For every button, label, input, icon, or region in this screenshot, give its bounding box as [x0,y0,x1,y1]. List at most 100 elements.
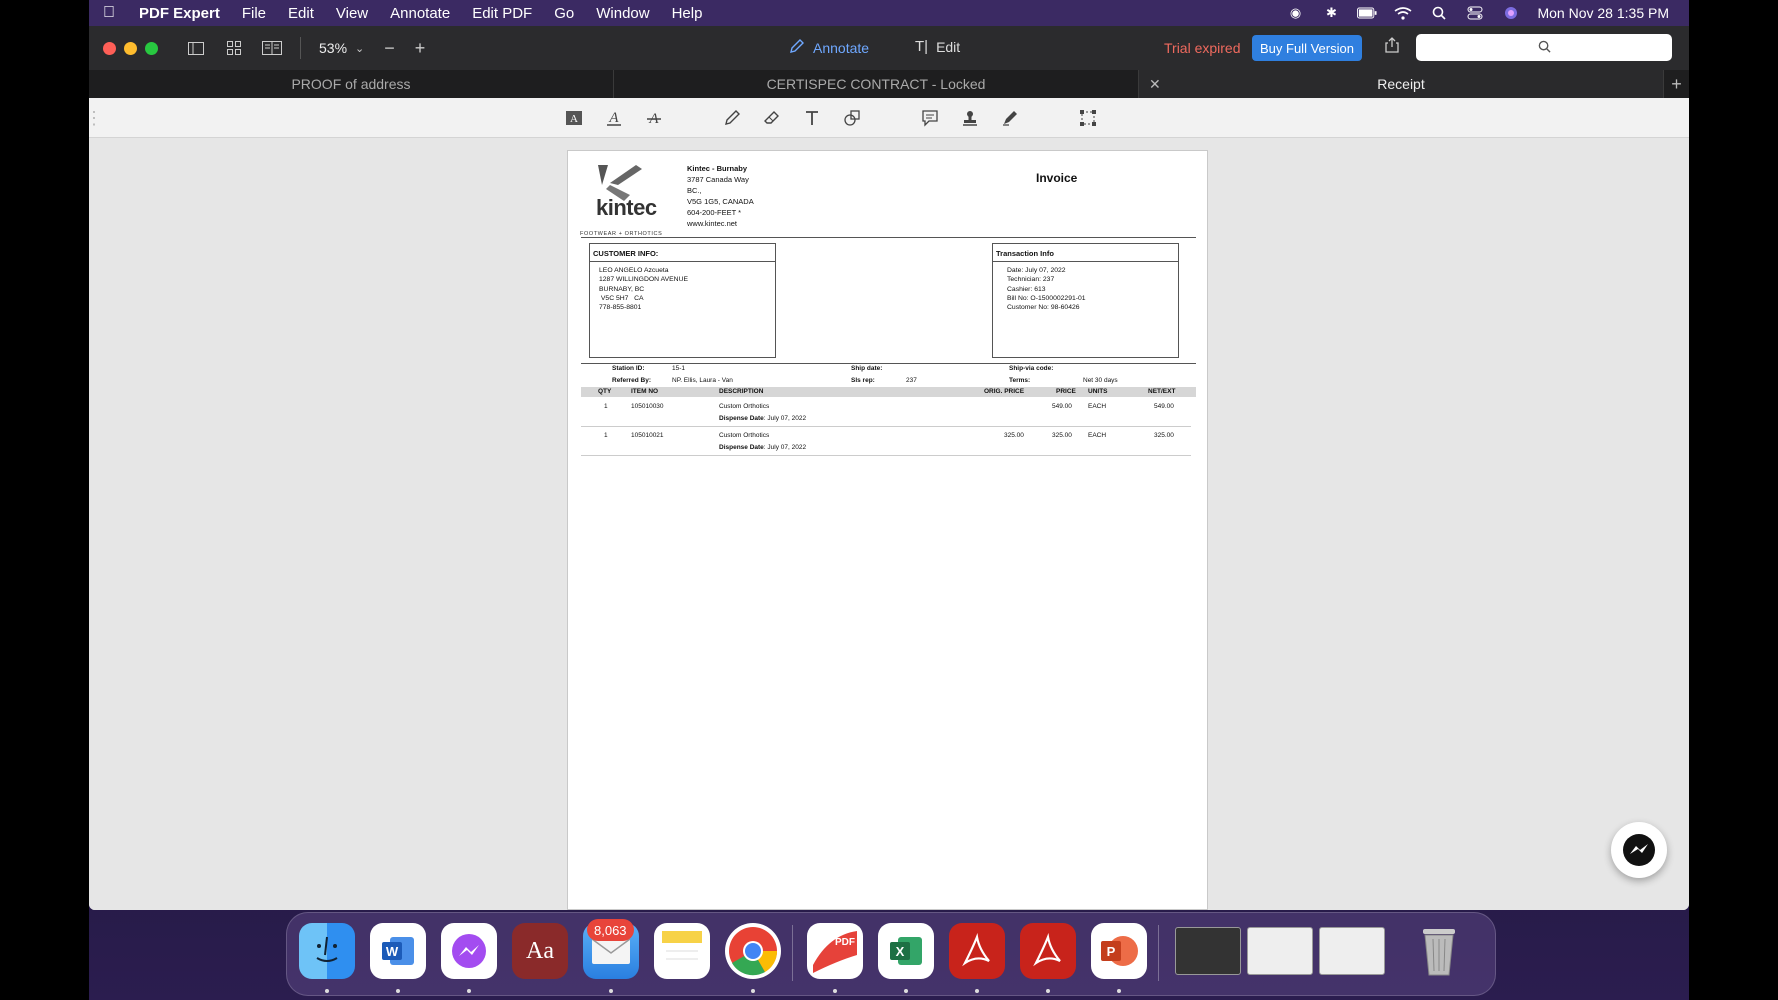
spotlight-search-icon[interactable] [1429,6,1449,20]
minimized-window-chrome[interactable] [1247,927,1313,975]
bluetooth-icon[interactable]: ✱ [1321,5,1341,20]
svg-text:W: W [386,944,399,959]
menu-help[interactable]: Help [672,5,703,22]
sidebar-toggle-icon[interactable] [184,38,208,58]
apple-icon[interactable]:  [103,4,131,22]
underline-text-icon[interactable]: A [602,106,626,130]
microsoft-excel-icon[interactable]: X [878,923,934,979]
zoom-in-button[interactable]: + [415,38,426,59]
svg-text:X: X [896,944,905,959]
chrome-icon[interactable] [725,923,781,979]
zoom-window-button[interactable] [145,41,158,55]
minimized-window-pdf[interactable] [1175,927,1241,975]
signature-icon[interactable] [998,106,1022,130]
siri-icon[interactable] [1501,6,1521,20]
microsoft-word-icon[interactable]: W [370,923,426,979]
menu-window[interactable]: Window [596,5,649,22]
grid-view-icon[interactable] [222,38,246,58]
shapes-icon[interactable] [840,106,864,130]
invoice-title: Invoice [1036,171,1078,185]
messenger-app-icon[interactable] [441,923,497,979]
reading-view-icon[interactable] [260,38,284,58]
notes-icon[interactable] [654,923,710,979]
search-icon [1538,40,1551,56]
pdf-badge-label: PDF [835,937,855,948]
annotation-toolbar: ⋮ A A A [89,98,1689,138]
customer-line: LEO ANGELO Azcueta [599,267,669,274]
col-item-no: ITEM NO [631,388,659,395]
pdf-expert-icon[interactable]: PDF [807,923,863,979]
ship-via-label: Ship-via code: [1009,365,1054,372]
menu-app-name[interactable]: PDF Expert [139,5,220,22]
zoom-out-button[interactable]: − [384,38,395,59]
edit-mode-button[interactable]: T| Edit [915,38,960,55]
tab-proof-of-address[interactable]: PROOF of address [89,70,614,98]
window-toolbar: 53% ⌄ − + Annotate T| Edit Trial expired… [89,26,1689,70]
eraser-icon[interactable] [760,106,784,130]
menu-edit-pdf[interactable]: Edit PDF [472,5,532,22]
wifi-icon[interactable] [1393,6,1413,20]
running-indicator [904,989,908,993]
close-window-button[interactable] [103,41,116,55]
station-label: Station ID: [612,365,645,372]
strikethrough-text-icon[interactable]: A [642,106,666,130]
pdf-page[interactable]: kintec FOOTWEAR + ORTHOTICS Kintec - Bur… [567,150,1208,910]
adobe-acrobat-icon[interactable] [949,923,1005,979]
search-input[interactable] [1416,34,1672,61]
share-icon[interactable] [1385,37,1399,58]
zoom-level[interactable]: 53% [319,40,347,56]
running-indicator [467,989,471,993]
customer-line: BURNABY, BC [599,285,645,293]
buy-full-version-button[interactable]: Buy Full Version [1252,35,1362,61]
stamp-icon[interactable] [958,106,982,130]
transaction-line: Bill No: O-1500002291-01 [1007,294,1086,302]
row-net: 325.00 [1154,432,1174,439]
running-indicator [396,989,400,993]
customer-info-box: CUSTOMER INFO: LEO ANGELO Azcueta 1287 W… [589,243,776,358]
creative-cloud-icon[interactable]: ◉ [1285,5,1305,20]
col-description: DESCRIPTION [719,388,764,395]
row-qty: 1 [604,403,608,410]
logo-wordmark: kintec [596,195,657,220]
chevron-down-icon[interactable]: ⌄ [355,42,364,55]
row-item-no: 105010021 [631,432,664,439]
adobe-acrobat-reader-icon[interactable] [1020,923,1076,979]
minimized-window-excel[interactable] [1319,927,1385,975]
close-tab-icon[interactable]: ✕ [1149,76,1161,93]
referred-value: NP. Ellis, Laura - Van [672,377,733,384]
battery-icon[interactable] [1357,6,1378,20]
control-center-icon[interactable] [1465,6,1485,20]
transaction-details: Date: July 07, 2022 Technician: 237 Cash… [1007,266,1086,312]
text-tool-icon[interactable] [800,106,824,130]
svg-text:A: A [608,110,619,126]
menu-go[interactable]: Go [554,5,574,22]
tab-receipt[interactable]: ✕ Receipt [1139,70,1664,98]
menu-view[interactable]: View [336,5,368,22]
finder-icon[interactable] [299,923,355,979]
toolbar-separator [300,37,301,59]
menu-clock[interactable]: Mon Nov 28 1:35 PM [1537,5,1669,21]
selection-tool-icon[interactable] [1076,106,1100,130]
highlight-text-icon[interactable]: A [562,106,586,130]
trash-icon[interactable] [1411,923,1467,979]
menu-file[interactable]: File [242,5,266,22]
company-name: Kintec - Burnaby [687,164,748,173]
drag-handle-icon[interactable]: ⋮ [89,106,103,130]
annotate-mode-button[interactable]: Annotate [789,38,869,57]
mail-unread-badge: 8,063 [587,919,634,941]
running-indicator [609,989,613,993]
pen-tool-icon[interactable] [720,106,744,130]
minimize-window-button[interactable] [124,41,137,55]
tab-certispec-contract[interactable]: CERTISPEC CONTRACT - Locked [614,70,1139,98]
comment-icon[interactable] [918,106,942,130]
dictionary-icon[interactable]: Aa [512,923,568,979]
customer-line: V5C 5H7 CA [599,294,644,302]
menu-edit[interactable]: Edit [288,5,314,22]
row-units: EACH [1088,432,1107,439]
document-canvas[interactable]: kintec FOOTWEAR + ORTHOTICS Kintec - Bur… [89,138,1689,910]
microsoft-powerpoint-icon[interactable]: P [1091,923,1147,979]
running-indicator [1117,989,1121,993]
new-tab-button[interactable]: + [1664,70,1689,98]
menu-annotate[interactable]: Annotate [390,5,450,22]
messenger-chat-bubble[interactable] [1611,822,1667,878]
